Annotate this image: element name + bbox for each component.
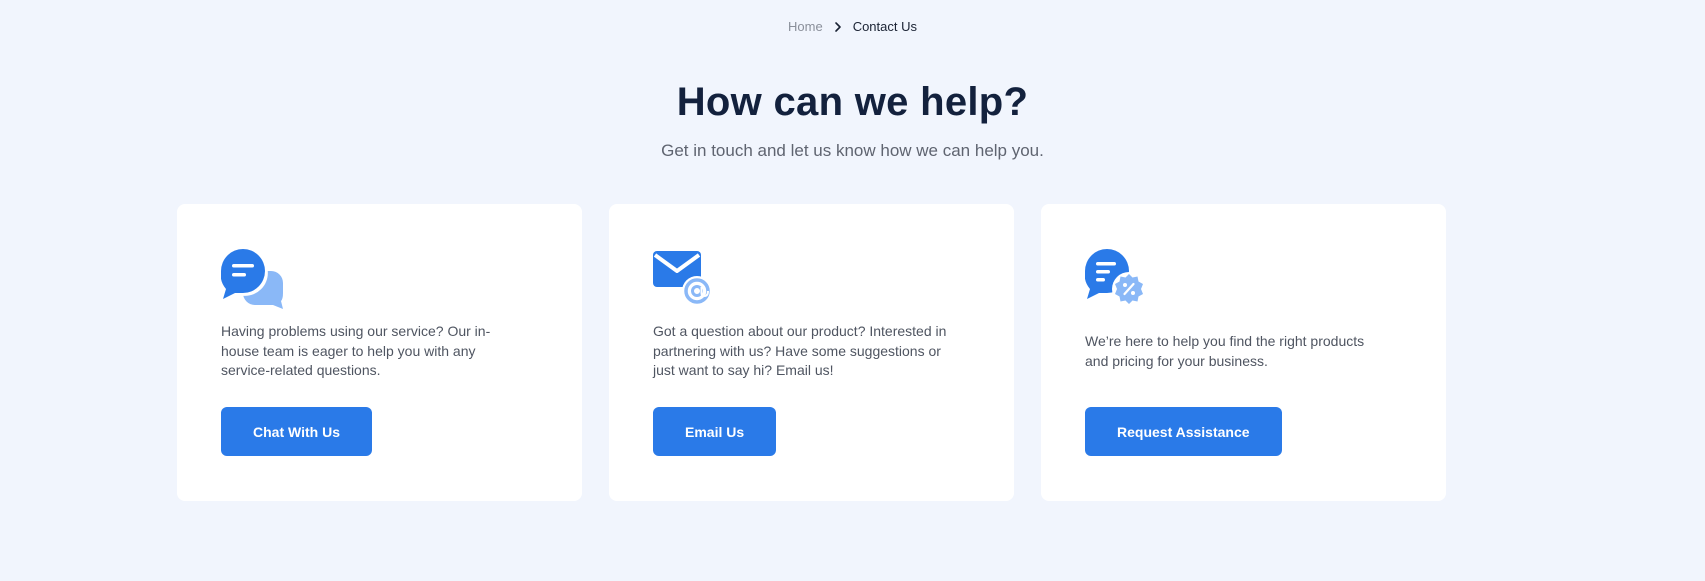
email-card-description: Got a question about our product? Intere… [653, 323, 947, 378]
page-title: How can we help? [676, 80, 1029, 124]
request-assistance-button[interactable]: Request Assistance [1085, 407, 1282, 456]
chat-with-us-button[interactable]: Chat With Us [221, 407, 372, 456]
chat-bubbles-icon [221, 249, 283, 309]
breadcrumb: Home Contact Us [0, 19, 1705, 34]
email-card: Got a question about our product? Intere… [609, 204, 1014, 501]
breadcrumb-home-link[interactable]: Home [788, 19, 823, 34]
envelope-at-icon [653, 251, 712, 306]
chevron-right-icon [834, 21, 841, 32]
chat-card: Having problems using our service? Our i… [177, 204, 582, 501]
chat-discount-icon [1085, 249, 1146, 306]
breadcrumb-current: Contact Us [852, 19, 917, 34]
assistance-card-description: We’re here to help you find the right pr… [1085, 333, 1365, 369]
assistance-card: We’re here to help you find the right pr… [1041, 204, 1446, 501]
contact-options: Having problems using our service? Our i… [177, 204, 1446, 501]
email-us-button[interactable]: Email Us [653, 407, 777, 456]
chat-card-description: Having problems using our service? Our i… [221, 323, 491, 378]
page-subtitle: Get in touch and let us know how we can … [661, 141, 1044, 160]
